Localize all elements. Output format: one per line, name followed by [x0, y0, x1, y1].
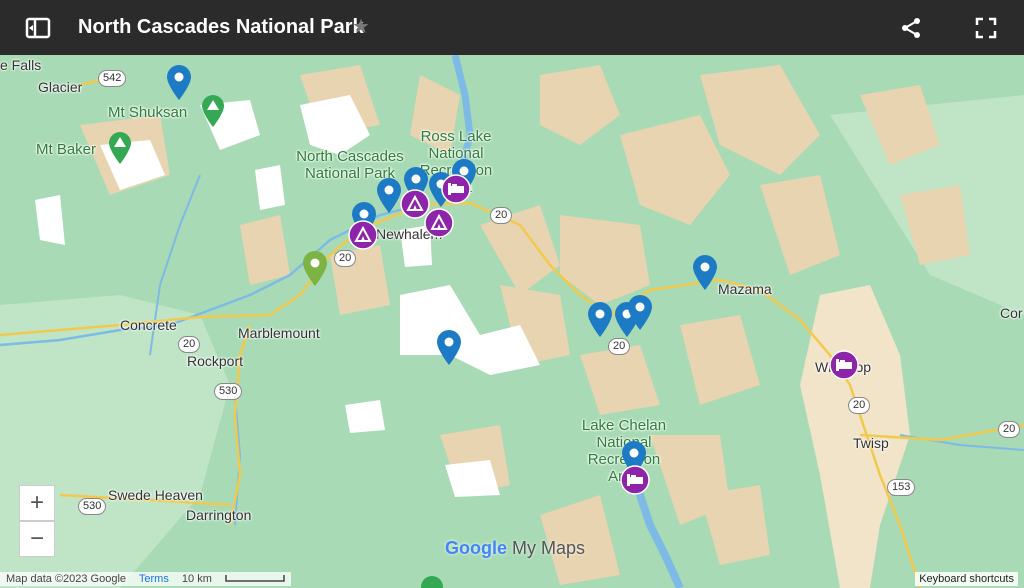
route-shield: 542 — [98, 70, 127, 87]
route-shield: 20 — [490, 207, 513, 224]
place-label: Cor — [1000, 305, 1023, 321]
map-pin-icon[interactable] — [166, 65, 192, 101]
map-title: North Cascades National Park — [78, 16, 364, 38]
place-label: Mazama — [718, 281, 772, 297]
terms-link[interactable]: Terms — [139, 573, 169, 585]
map-attribution: Map data ©2023 Google Terms 10 km — [0, 572, 291, 586]
star-icon[interactable]: ★ — [352, 14, 370, 39]
mountain-icon[interactable] — [420, 575, 444, 588]
route-shield: 530 — [78, 498, 107, 515]
place-label: Rockport — [187, 353, 244, 369]
mountain-icon[interactable] — [107, 130, 133, 166]
zoom-in-button[interactable]: + — [19, 485, 55, 521]
google-wordmark: Google — [445, 538, 507, 558]
lodging-icon[interactable] — [619, 464, 651, 496]
park-label: North Cascades National Park — [296, 148, 404, 182]
place-label: Glacier — [38, 79, 83, 95]
route-shield: 20 — [848, 397, 871, 414]
lodging-icon[interactable] — [828, 349, 860, 381]
zoom-out-button[interactable]: − — [19, 521, 55, 557]
campground-icon[interactable] — [423, 207, 455, 239]
route-shield: 20 — [334, 250, 357, 267]
route-shield: 153 — [887, 479, 916, 496]
app-header: North Cascades National Park ★ — [0, 0, 1024, 55]
route-shield: 530 — [214, 383, 243, 400]
route-shield: 20 — [178, 336, 201, 353]
map-pin-icon[interactable] — [627, 295, 653, 331]
map-pin-icon[interactable] — [436, 330, 462, 366]
fullscreen-icon[interactable] — [973, 15, 999, 41]
map-pin-icon[interactable] — [692, 255, 718, 291]
scale-bar — [225, 575, 285, 582]
place-label: Darrington — [186, 507, 252, 523]
panel-toggle-icon[interactable] — [24, 14, 52, 42]
mymaps-wordmark: My Maps — [512, 538, 586, 558]
map-pin-icon[interactable] — [302, 251, 328, 287]
map-canvas[interactable]: e Falls Glacier Concrete Marblemount Roc… — [0, 55, 1024, 588]
place-label: Twisp — [853, 435, 889, 451]
map-pin-icon[interactable] — [587, 302, 613, 338]
keyboard-shortcuts-link[interactable]: Keyboard shortcuts — [915, 572, 1018, 586]
place-label: Swede Heaven — [108, 487, 203, 503]
route-shield: 20 — [998, 421, 1021, 438]
place-label: Marblemount — [238, 325, 320, 341]
share-icon[interactable] — [898, 15, 924, 41]
google-my-maps-logo: Google My Maps — [445, 538, 585, 559]
route-shield: 20 — [608, 338, 631, 355]
map-data-text: Map data ©2023 Google — [6, 573, 127, 585]
mountain-icon[interactable] — [200, 93, 226, 129]
scale-label: 10 km — [181, 573, 212, 585]
peak-label: Mt Shuksan — [108, 104, 188, 121]
peak-label: Mt Baker — [36, 141, 97, 158]
lodging-icon[interactable] — [440, 173, 472, 205]
place-label: Concrete — [120, 317, 177, 333]
campground-icon[interactable] — [347, 219, 379, 251]
place-label: e Falls — [0, 57, 42, 73]
